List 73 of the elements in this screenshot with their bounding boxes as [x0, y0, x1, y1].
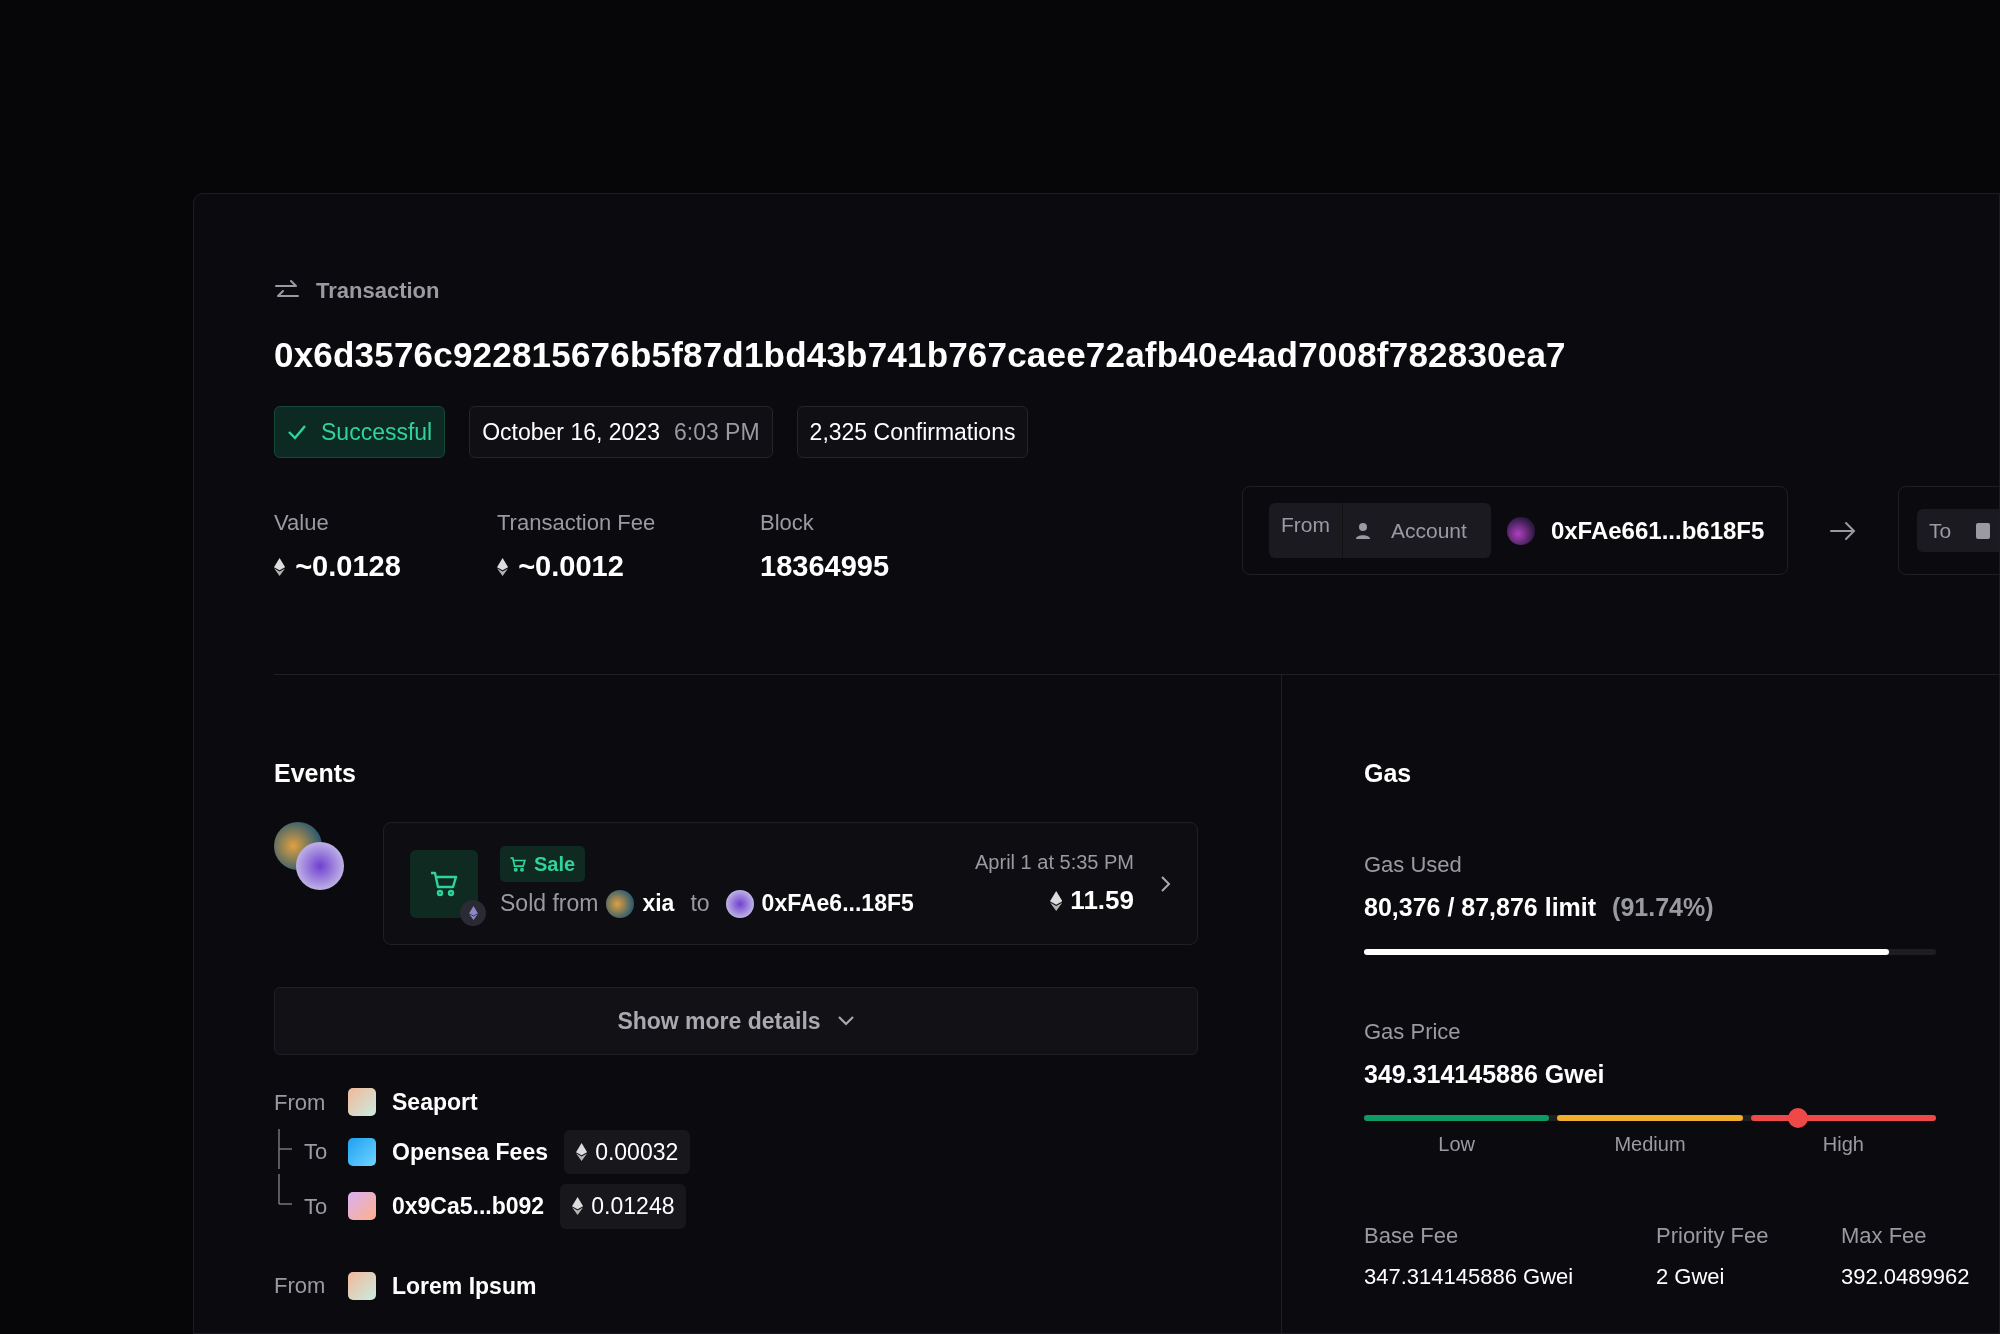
recipient-name[interactable]: 0x9Ca5...b092: [392, 1189, 545, 1224]
section-title: Gas: [1364, 757, 1413, 789]
scale-label: High: [1821, 1132, 1865, 1157]
stat-label: Block: [760, 509, 815, 537]
avatar-icon: [1506, 516, 1535, 545]
fee-label: Max Fee: [1841, 1222, 1928, 1250]
cart-icon: [430, 870, 458, 897]
fee-value: 347.314145886 Gwei: [1364, 1263, 1575, 1291]
person-icon: [1355, 521, 1371, 540]
ethereum-icon: [274, 557, 286, 576]
scale-label: Low: [1437, 1132, 1476, 1157]
fee-value: 392.0489962: [1841, 1263, 1971, 1291]
to-card[interactable]: To: [1898, 486, 1999, 575]
stat-label: Value: [274, 509, 330, 537]
token-icon: [348, 1192, 376, 1221]
to-label: To: [303, 1192, 329, 1221]
event-text: Sold from: [500, 889, 599, 919]
from-card[interactable]: From Account 0xFAe661...b618F5: [1242, 486, 1788, 575]
token-icon: [348, 1271, 376, 1300]
section-title: Events: [274, 757, 357, 789]
sender-name[interactable]: Seaport: [392, 1085, 478, 1120]
gas-used-percent: (91.74%): [1612, 892, 1714, 923]
time-text: 6:03 PM: [673, 417, 760, 447]
status-text: Successful: [321, 417, 433, 447]
fee-label: Priority Fee: [1656, 1222, 1770, 1250]
scale-label: Medium: [1613, 1132, 1687, 1157]
event-card[interactable]: Sale Sold from xia to 0xFAe6...18F5 April 1 at 5:35 PM 11.59: [383, 822, 1198, 945]
stat-label: Transaction Fee: [497, 509, 657, 537]
ethereum-icon: [575, 1142, 588, 1161]
gas-used-value: 80,376 / 87,876 limit: [1364, 892, 1597, 923]
fee-label: Base Fee: [1364, 1222, 1460, 1250]
ethereum-icon: [497, 557, 509, 576]
field-label: Gas Used: [1364, 851, 1463, 879]
check-icon: [287, 423, 307, 440]
event-text: to: [690, 889, 710, 919]
sender-name[interactable]: Lorem Ipsum: [392, 1268, 537, 1303]
event-time: April 1 at 5:35 PM: [975, 850, 1134, 875]
from-label: From: [274, 1272, 327, 1301]
stat-value: 18364995: [760, 549, 890, 584]
cart-icon: [510, 856, 526, 872]
ethereum-badge-icon: [460, 899, 486, 926]
account-type: Account: [1390, 517, 1468, 544]
chevron-down-icon: [836, 1015, 855, 1027]
stat-value: ~0.0012: [518, 549, 624, 584]
from-tag: From: [1269, 502, 1343, 559]
transaction-hash: 0x6d3576c922815676b5f87d1bd43b741b767caee72afb40e4ad7008f782830ea7: [274, 334, 1567, 376]
event-amount: 11.59: [1070, 884, 1134, 917]
token-icon: [348, 1088, 376, 1117]
sale-badge: Sale: [500, 846, 586, 883]
recipient-name[interactable]: Opensea Fees: [392, 1134, 548, 1169]
ethereum-icon: [1049, 890, 1063, 911]
token-icon: [348, 1137, 376, 1166]
from-label: From: [274, 1088, 327, 1117]
field-label: Gas Price: [1364, 1017, 1462, 1046]
amount-chip: 0.00032: [563, 1129, 691, 1174]
buyer-address[interactable]: 0xFAe6...18F5: [761, 886, 914, 921]
avatar-stack-drawing: [274, 822, 344, 892]
amount-chip: 0.01248: [560, 1184, 687, 1229]
page-label: Transaction: [316, 277, 440, 305]
arrow-right-icon: [1830, 520, 1856, 541]
avatar-icon: [725, 889, 754, 918]
fee-value: 2 Gwei: [1656, 1263, 1726, 1291]
date-text: October 16, 2023: [482, 417, 660, 447]
stat-value: ~0.0128: [295, 549, 401, 584]
confirmations-text: 2,325 Confirmations: [809, 417, 1016, 447]
seller-name[interactable]: xia: [642, 886, 675, 921]
avatar-icon: [606, 889, 635, 918]
show-more-button[interactable]: Show more details: [274, 987, 1198, 1055]
to-label: To: [303, 1138, 329, 1167]
chevron-right-icon: [1160, 874, 1171, 893]
ethereum-icon: [572, 1197, 584, 1216]
gas-price-value: 349.314145886 Gwei: [1364, 1058, 1606, 1090]
from-address: 0xFAe661...b618F5: [1550, 515, 1765, 546]
